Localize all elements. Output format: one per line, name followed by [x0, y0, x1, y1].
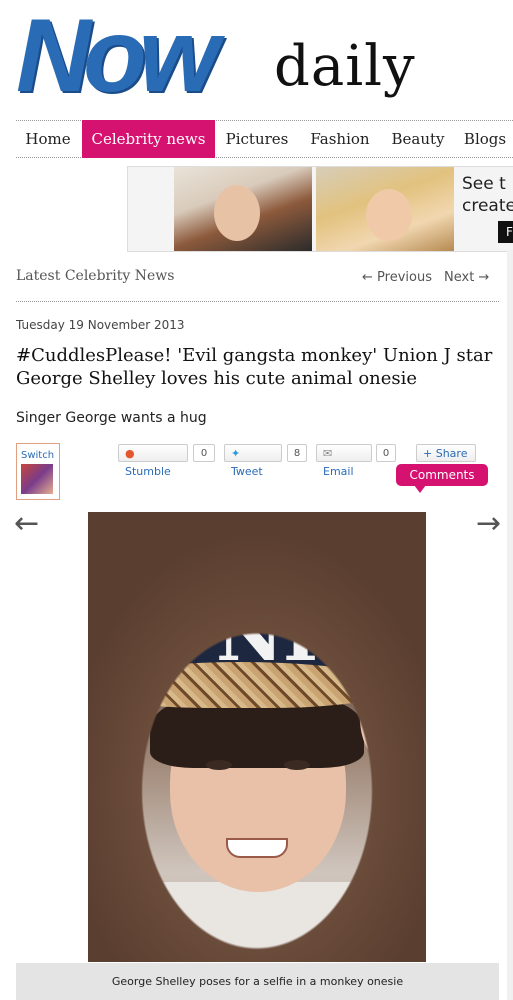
photo-caption: George Shelley poses for a selfie in a m…: [16, 963, 499, 1000]
advert-banner[interactable]: See t create F: [127, 166, 513, 252]
stumble-count: 0: [193, 444, 215, 462]
tweet-count: 8: [287, 444, 307, 462]
ad-text: See t create: [462, 173, 513, 217]
ad-text-line1: See t: [462, 174, 506, 194]
nav-beauty[interactable]: Beauty: [383, 121, 453, 157]
article-standfirst: Singer George wants a hug: [16, 410, 207, 426]
ad-photo-presenter-2: [316, 167, 454, 251]
article-date: Tuesday 19 November 2013: [16, 318, 185, 332]
article-headline: #CuddlesPlease! 'Evil gangsta monkey' Un…: [16, 345, 493, 389]
email-label: Email: [323, 465, 354, 478]
ad-photo-presenter-1: [174, 167, 312, 251]
logo-brand: Now: [16, 0, 220, 114]
switch-widget[interactable]: Switch: [16, 443, 60, 500]
tweet-label: Tweet: [231, 465, 263, 478]
section-title: Latest Celebrity News: [16, 268, 175, 284]
stumbleupon-icon: ●: [125, 447, 135, 460]
next-link[interactable]: Next →: [444, 270, 489, 285]
article-photo: NY: [88, 512, 426, 962]
nav-pictures[interactable]: Pictures: [217, 121, 297, 157]
switch-label: Switch: [21, 450, 55, 461]
previous-link[interactable]: ← Previous: [362, 270, 432, 285]
ad-text-line2: create: [462, 196, 513, 216]
email-icon: ✉: [323, 447, 333, 460]
nav-home[interactable]: Home: [16, 121, 80, 157]
share-button[interactable]: + Share: [416, 444, 476, 462]
stumble-label: Stumble: [125, 465, 171, 478]
page-edge: [507, 250, 513, 1000]
nav-blogs[interactable]: Blogs: [457, 121, 513, 157]
main-nav: Home Celebrity news Pictures Fashion Bea…: [16, 120, 513, 158]
comments-button[interactable]: Comments: [396, 464, 488, 493]
switch-thumbnail: [21, 464, 53, 494]
gallery-next-arrow-icon[interactable]: →: [476, 506, 501, 541]
nav-celebrity-news[interactable]: Celebrity news: [82, 120, 215, 158]
email-count: 0: [376, 444, 396, 462]
gallery-prev-arrow-icon[interactable]: ←: [14, 506, 39, 541]
twitter-icon: ✦: [231, 447, 241, 460]
site-logo[interactable]: Now daily: [16, 4, 446, 116]
stumble-button[interactable]: ● Stumble: [118, 444, 188, 478]
email-button[interactable]: ✉ Email: [316, 444, 372, 478]
nav-fashion[interactable]: Fashion: [301, 121, 379, 157]
divider: [16, 301, 499, 302]
logo-sub: daily: [274, 34, 416, 99]
ad-button[interactable]: F: [498, 221, 513, 243]
tweet-button[interactable]: ✦ Tweet: [224, 444, 282, 478]
